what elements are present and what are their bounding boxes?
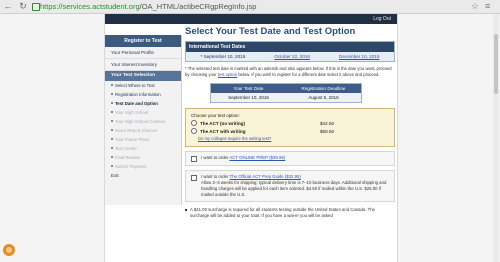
cell-deadline: August 5, 2016 bbox=[308, 95, 339, 100]
sidebar-item-personal-profile[interactable]: Your Personal Profile bbox=[105, 47, 181, 59]
bullet-icon bbox=[111, 165, 113, 167]
browser-menu-icon[interactable]: ≡ bbox=[485, 1, 490, 11]
surcharge-text: A $41.00 surcharge is required for all s… bbox=[190, 207, 376, 218]
sidebar-section-test-selection[interactable]: Your Test Selection bbox=[105, 71, 181, 81]
intl-dates-heading: International Test Dates bbox=[186, 42, 394, 52]
bullet-icon bbox=[111, 111, 113, 113]
spinner-center bbox=[6, 247, 12, 253]
cell-test-date: September 10, 2016 bbox=[228, 95, 269, 100]
intl-dates-box: International Test Dates * September 10,… bbox=[185, 41, 395, 62]
writing-test-link[interactable]: Do my colleges require the writing test? bbox=[191, 135, 389, 142]
sidebar-exit-link[interactable]: Exit bbox=[105, 171, 181, 181]
addon-prefix: I want to order bbox=[201, 155, 230, 160]
sidebar-item-interest-inventory[interactable]: Your Interest Inventory bbox=[105, 59, 181, 71]
url-host: https://services.actstudent.org bbox=[40, 2, 140, 11]
step-label: Test Date and Option bbox=[115, 101, 158, 106]
bullet-icon bbox=[111, 129, 113, 131]
addon-prep-guide: I want to order The Official ACT Prep Gu… bbox=[185, 170, 395, 202]
scrollbar-thumb[interactable] bbox=[494, 34, 498, 94]
bullet-icon bbox=[111, 102, 113, 104]
date-link-oct[interactable]: October 22, 2016 bbox=[274, 54, 310, 59]
test-option-box: Choose your test option: The ACT (no wri… bbox=[185, 108, 395, 147]
test-date-table: Your Test Date Registration Deadline Sep… bbox=[210, 83, 362, 103]
browser-toolbar: ← ↻ https://services.actstudent.org/OA_H… bbox=[0, 0, 500, 14]
online-prep-link[interactable]: ACT ONLINE PREP ($39.95) bbox=[229, 155, 285, 160]
surcharge-note: A $41.00 surcharge is required for all s… bbox=[185, 207, 395, 219]
table-header: Your Test Date Registration Deadline bbox=[211, 84, 361, 93]
step-label: Your Future Plans bbox=[115, 137, 150, 142]
addon-text: I want to order ACT ONLINE PREP ($39.95) bbox=[201, 155, 285, 162]
main-content: Select Your Test Date and Test Option In… bbox=[185, 26, 395, 219]
step-label: Score Report Choices bbox=[115, 128, 158, 133]
page-content: Log Out Register to Test Your Personal P… bbox=[104, 14, 398, 262]
bullet-icon bbox=[111, 156, 113, 158]
lock-icon bbox=[32, 3, 40, 11]
prep-guide-checkbox[interactable] bbox=[191, 175, 197, 181]
site-header: Log Out bbox=[105, 14, 397, 24]
scrollbar[interactable] bbox=[493, 14, 499, 262]
test-option-title: Choose your test option: bbox=[191, 113, 240, 118]
online-prep-checkbox[interactable] bbox=[191, 156, 197, 162]
addon-text: I want to order The Official ACT Prep Gu… bbox=[201, 174, 389, 198]
logout-link[interactable]: Log Out bbox=[373, 15, 391, 23]
addon-online-prep: I want to order ACT ONLINE PREP ($39.95) bbox=[185, 151, 395, 166]
url-path: /OA_HTML/actibeCRgpRegInfo.jsp bbox=[139, 2, 257, 11]
sidebar-step-registration-info[interactable]: Registration Information bbox=[105, 90, 181, 99]
loading-spinner-icon bbox=[3, 244, 15, 256]
radio-no-writing[interactable] bbox=[191, 120, 197, 126]
selection-note: * The selected test date is marked with … bbox=[185, 66, 395, 78]
col-header-deadline: Registration Deadline bbox=[301, 86, 346, 91]
bullet-icon bbox=[111, 93, 113, 95]
sidebar-step-future-plans: Your Future Plans bbox=[105, 135, 181, 144]
reload-icon[interactable]: ↻ bbox=[18, 1, 28, 11]
sidebar-step-submit-payment: Submit Payment bbox=[105, 162, 181, 171]
step-label: Final Review bbox=[115, 155, 140, 160]
option-act-with-writing[interactable]: The ACT with writing $58.50 bbox=[191, 127, 389, 135]
sidebar-step-high-school-courses: Your High School Courses bbox=[105, 117, 181, 126]
bullet-icon bbox=[111, 120, 113, 122]
option-price: $58.50 bbox=[320, 128, 335, 134]
sidebar-step-score-report: Score Report Choices bbox=[105, 126, 181, 135]
sidebar-step-test-date-option[interactable]: Test Date and Option bbox=[105, 99, 181, 108]
bullet-icon bbox=[111, 84, 113, 86]
option-label: The ACT with writing bbox=[200, 128, 246, 134]
table-row: September 10, 2016 August 5, 2016 bbox=[211, 93, 361, 102]
bullet-icon bbox=[111, 147, 113, 149]
sidebar: Register to Test Your Personal Profile Y… bbox=[105, 35, 182, 205]
option-act-no-writing[interactable]: The ACT (no writing) $42.50 bbox=[191, 119, 389, 127]
date-link-dec[interactable]: December 10, 2016 bbox=[339, 54, 379, 59]
prep-guide-link[interactable]: The Official ACT Prep Guide ($32.95) bbox=[230, 174, 301, 179]
sidebar-step-high-school: Your High School bbox=[105, 108, 181, 117]
step-label: Your High School Courses bbox=[115, 119, 166, 124]
step-label: Test Center bbox=[115, 146, 137, 151]
sidebar-step-final-review: Final Review bbox=[105, 153, 181, 162]
option-price: $42.50 bbox=[320, 120, 335, 126]
radio-with-writing[interactable] bbox=[191, 128, 197, 134]
sidebar-step-where-to-test[interactable]: Select Where to Test bbox=[105, 81, 181, 90]
test-option-link[interactable]: test option bbox=[218, 72, 237, 77]
prep-guide-details: Allow 2–3 weeks for shipping; typical de… bbox=[201, 180, 387, 197]
step-label: Registration Information bbox=[115, 92, 161, 97]
addon-prefix: I want to order bbox=[201, 174, 230, 179]
register-button[interactable]: Register to Test bbox=[105, 35, 181, 47]
step-label: Select Where to Test bbox=[115, 83, 155, 88]
back-icon[interactable]: ← bbox=[3, 1, 13, 11]
address-bar[interactable]: https://services.actstudent.org/OA_HTML/… bbox=[40, 1, 470, 12]
step-label: Submit Payment bbox=[115, 164, 147, 169]
page-title: Select Your Test Date and Test Option bbox=[185, 26, 356, 37]
option-label: The ACT (no writing) bbox=[200, 120, 245, 126]
bullet-icon bbox=[111, 138, 113, 140]
selected-date: * September 10, 2016 bbox=[200, 54, 246, 59]
step-label: Your High School bbox=[115, 110, 149, 115]
note-text: below. If you wish to register for a dif… bbox=[237, 72, 380, 77]
col-header-test-date: Your Test Date bbox=[233, 86, 264, 91]
date-selector: * September 10, 2016 October 22, 2016 De… bbox=[186, 52, 394, 61]
sidebar-step-test-center: Test Center bbox=[105, 144, 181, 153]
bullet-icon bbox=[185, 209, 187, 211]
bookmark-star-icon[interactable]: ☆ bbox=[471, 1, 479, 11]
